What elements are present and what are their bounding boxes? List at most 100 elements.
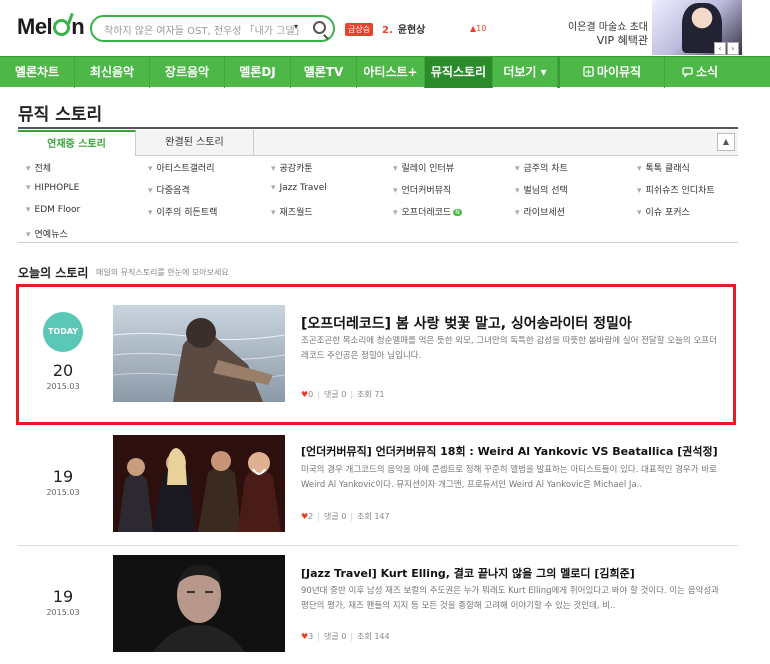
story-year-month: 2015.03: [46, 488, 80, 497]
melon-logo[interactable]: Mel n: [17, 14, 85, 40]
story-day: 19: [52, 587, 74, 606]
category-item[interactable]: 톡톡 클래식: [637, 161, 690, 174]
main-nav: 멜론차트 최신음악 장르음악 멜론DJ 멜론TV 아티스트+ 뮤직스토리 더보기…: [0, 56, 770, 88]
category-item[interactable]: 라이브세션: [515, 205, 565, 218]
nav-my-music-label: 마이뮤직: [596, 65, 642, 79]
story-meta: ♥3 | 댓글 0 | 조회 144: [301, 632, 390, 641]
search-box[interactable]: 착하지 않은 여자들 OST, 전우성 「내가 그댈」 ▾: [90, 15, 335, 42]
like-count: 0: [308, 390, 314, 399]
story-item[interactable]: 19 2015.03 [언더커버뮤직] 언더커버뮤직 18회 : Weird A…: [18, 430, 738, 542]
today-story-title: 오늘의 스토리: [18, 266, 89, 280]
category-label: 오프더레코드: [401, 208, 452, 218]
next-arrow-icon[interactable]: ›: [727, 42, 739, 55]
story-title[interactable]: [오프더레코드] 봄 사랑 벚꽃 말고, 싱어송라이터 정밀아: [301, 313, 632, 333]
story-day: 19: [52, 467, 74, 486]
thumbnail-image-portrait: [113, 555, 285, 652]
comment-count: 0: [341, 512, 347, 521]
category-item[interactable]: HIPHOPLE: [26, 183, 80, 193]
category-item[interactable]: 재즈월드: [271, 205, 313, 218]
new-badge: N: [453, 209, 462, 216]
thumbnail-image-singer: [113, 305, 285, 402]
nav-my-music[interactable]: 마이뮤직: [560, 57, 665, 88]
category-item[interactable]: 이슈 포커스: [637, 205, 690, 218]
story-day: 20: [52, 361, 74, 380]
view-label: 조회: [357, 632, 372, 641]
story-thumbnail[interactable]: [113, 435, 285, 532]
title-divider: [18, 127, 738, 129]
category-item[interactable]: 피쉬슈즈 인디차트: [637, 183, 715, 196]
today-badge: TODAY: [43, 312, 83, 352]
category-item[interactable]: 다중음격: [148, 183, 190, 196]
logo-o-icon: [53, 19, 71, 36]
view-count: 147: [374, 512, 390, 521]
promo-line2[interactable]: VIP 혜택관: [568, 32, 648, 48]
nav-music-story[interactable]: 뮤직스토리: [425, 57, 493, 88]
view-label: 조회: [357, 390, 372, 399]
rising-rank-number: 2.: [382, 25, 393, 36]
nav-artist-plus[interactable]: 아티스트+: [357, 57, 425, 88]
page-title: 뮤직 스토리: [18, 105, 103, 125]
nav-melon-dj[interactable]: 멜론DJ: [225, 57, 291, 88]
rank-change: ▲10: [470, 24, 487, 33]
nav-more[interactable]: 더보기 ▾: [493, 57, 558, 88]
category-item[interactable]: 릴레이 인터뷰: [393, 161, 455, 174]
category-item[interactable]: 전체: [26, 161, 52, 174]
category-item[interactable]: 금주의 차트: [515, 161, 568, 174]
category-item[interactable]: 연예뉴스: [26, 227, 68, 240]
story-title[interactable]: [언더커버뮤직] 언더커버뮤직 18회 : Weird Al Yankovic …: [301, 443, 718, 459]
nav-news-label: 소식: [695, 65, 719, 79]
like-count: 2: [308, 512, 314, 521]
story-thumbnail[interactable]: [113, 555, 285, 652]
logo-text-right: n: [71, 14, 85, 39]
rising-rank-link[interactable]: 2. 윤현상: [382, 21, 425, 36]
comment-label: 댓글: [323, 512, 339, 521]
collapse-up-icon[interactable]: ▲: [717, 133, 735, 151]
logo-text-left: Mel: [17, 14, 53, 39]
nav-melon-tv[interactable]: 멜론TV: [291, 57, 357, 88]
comment-label: 댓글: [323, 390, 339, 399]
search-input[interactable]: 착하지 않은 여자들 OST, 전우성 「내가 그댈」: [104, 22, 305, 37]
story-thumbnail[interactable]: [113, 305, 285, 402]
today-story-subtitle: 매일의 뮤직스토리를 한눈에 모아보세요: [96, 268, 229, 277]
story-description: 조곤조곤한 목소리에 청순멜매를 먹은 듯한 외모, 그녀만의 독특한 감성을 …: [301, 336, 717, 361]
like-count: 3: [308, 632, 314, 641]
header: Mel n 착하지 않은 여자들 OST, 전우성 「내가 그댈」 ▾ 급상승 2…: [0, 0, 770, 55]
story-title[interactable]: [Jazz Travel] Kurt Elling, 결코 끝나지 않을 그의 …: [301, 565, 635, 581]
story-meta: ♥0 | 댓글 0 | 조회 71: [301, 390, 385, 399]
category-item-offtherecord[interactable]: 오프더레코드N: [393, 205, 462, 218]
story-description: 90년대 중반 이후 남성 재즈 보컬의 주도권은 누가 뭐래도 Kurt El…: [301, 586, 719, 611]
story-meta: ♥2 | 댓글 0 | 조회 147: [301, 512, 390, 521]
rising-badge: 급상승: [345, 23, 374, 36]
category-item[interactable]: 공감카툰: [271, 161, 313, 174]
tab-completed[interactable]: 완결된 스토리: [136, 130, 254, 156]
story-item[interactable]: TODAY 20 2015.03 [오프더레코드] 봄 사랑 벚꽃 말고, 싱어…: [18, 287, 738, 422]
prev-arrow-icon[interactable]: ‹: [714, 42, 726, 55]
row-divider: [18, 545, 738, 546]
my-music-icon: [583, 66, 594, 77]
category-item[interactable]: 이주의 히든트랙: [148, 205, 218, 218]
category-item[interactable]: 아티스트갤러리: [148, 161, 215, 174]
nav-news[interactable]: 소식: [665, 57, 735, 88]
comment-count: 0: [341, 390, 347, 399]
category-item[interactable]: 언더커버뮤직: [393, 183, 452, 196]
nav-latest-music[interactable]: 최신음악: [75, 57, 150, 88]
tab-ongoing[interactable]: 연재중 스토리: [18, 130, 136, 156]
comment-count: 0: [341, 632, 347, 641]
search-icon[interactable]: [313, 21, 326, 34]
story-item[interactable]: 19 2015.03 [Jazz Travel] Kurt Elling, 결코…: [18, 550, 738, 664]
thumbnail-image-band: [113, 435, 285, 532]
category-divider: [18, 242, 738, 243]
comment-label: 댓글: [323, 632, 339, 641]
promo-arrows: ‹ ›: [713, 36, 739, 55]
rising-artist-name: 윤현상: [397, 25, 426, 36]
category-item[interactable]: 벌님의 선택: [515, 183, 568, 196]
category-item[interactable]: Jazz Travel: [271, 183, 327, 193]
story-description: 미국의 경우 개그코드의 음악을 아예 콘셉트로 정해 꾸준히 앨범을 발표하는…: [301, 465, 717, 490]
story-year-month: 2015.03: [46, 608, 80, 617]
nav-melon-chart[interactable]: 멜론차트: [0, 57, 75, 88]
nav-genre-music[interactable]: 장르음악: [150, 57, 225, 88]
story-tabs: 연재중 스토리 완결된 스토리 ▲: [18, 130, 738, 156]
category-item[interactable]: EDM Floor: [26, 205, 81, 215]
promo-line1[interactable]: 이은결 마술쇼 초대: [568, 18, 648, 33]
search-dropdown-icon[interactable]: ▾: [294, 22, 298, 31]
